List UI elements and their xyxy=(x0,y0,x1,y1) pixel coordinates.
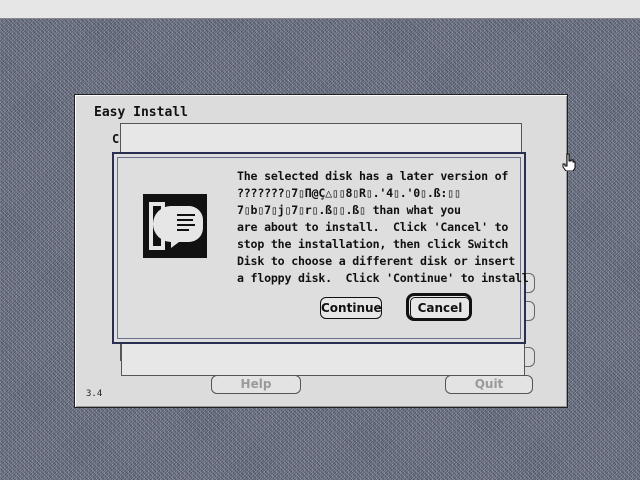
version-label: 3.4 xyxy=(86,389,103,399)
cancel-button[interactable]: Cancel xyxy=(410,297,470,319)
quit-button[interactable]: Quit xyxy=(445,375,533,394)
continue-button[interactable]: Continue xyxy=(320,297,382,319)
alert-message: The selected disk has a later version of… xyxy=(237,169,529,285)
window-title: Easy Install xyxy=(94,105,188,120)
panel-label: C xyxy=(112,132,120,146)
alert-dialog: The selected disk has a later version of… xyxy=(112,152,529,344)
note-alert-icon xyxy=(143,194,207,258)
menu-bar xyxy=(0,0,640,19)
help-button[interactable]: Help xyxy=(211,375,301,394)
hand-pointer-icon xyxy=(562,153,576,171)
